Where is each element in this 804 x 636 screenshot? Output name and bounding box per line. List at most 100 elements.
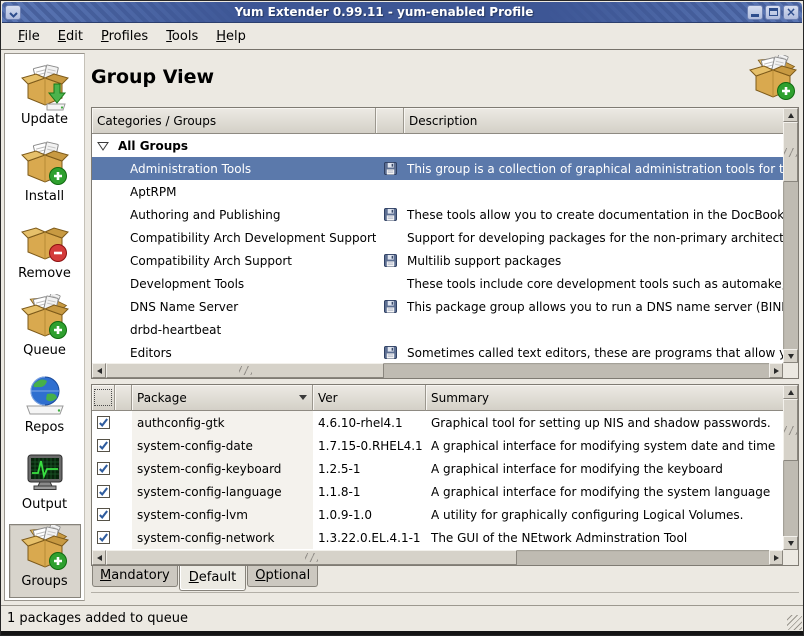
group-description: Support for developing packages for the … — [404, 231, 783, 245]
expander-open-icon[interactable] — [97, 141, 111, 151]
tab-optional[interactable]: Optional — [247, 566, 318, 587]
scroll-down-button[interactable] — [783, 536, 798, 550]
tree-row-compatibility-arch-support[interactable]: Compatibility Arch Support Multilib supp… — [92, 249, 783, 272]
arrow-right-icon — [774, 368, 779, 374]
package-row-system-config-lvm[interactable]: system-config-lvm 1.0.9-1.0 A utility fo… — [92, 503, 783, 526]
window-menu-button[interactable] — [5, 5, 21, 20]
menu-edit[interactable]: Edit — [49, 25, 92, 48]
group-install-state-icon — [376, 300, 404, 313]
sidebar-item-update[interactable]: Update — [9, 62, 81, 136]
package-checkbox[interactable] — [97, 462, 110, 475]
tree-row-dns-name-server[interactable]: DNS Name Server This package group allow… — [92, 295, 783, 318]
scroll-right-button[interactable] — [769, 363, 783, 378]
minimize-icon — [751, 14, 759, 17]
sidebar-item-repos[interactable]: Repos — [9, 370, 81, 444]
resize-grip[interactable] — [787, 615, 802, 630]
package-row-system-config-keyboard[interactable]: system-config-keyboard 1.2.5-1 A graphic… — [92, 457, 783, 480]
tree-row-development-tools[interactable]: Development Tools These tools include co… — [92, 272, 783, 295]
tab-mandatory[interactable]: Mandatory — [92, 566, 178, 587]
window-title: Yum Extender 0.99.11 - yum-enabled Profi… — [21, 5, 747, 19]
close-button[interactable]: × — [783, 5, 799, 20]
scrollbar-thumb[interactable] — [106, 363, 384, 378]
package-checkbox[interactable] — [97, 531, 110, 544]
column-header-group-icon[interactable] — [376, 108, 404, 134]
group-name: drbd-heartbeat — [92, 323, 376, 337]
groups-vertical-scrollbar[interactable] — [783, 108, 798, 363]
column-header-checkbox[interactable] — [92, 385, 115, 411]
sidebar-item-remove[interactable]: Remove — [9, 216, 81, 290]
tree-row-editors[interactable]: Editors Sometimes called text editors, t… — [92, 341, 783, 363]
sidebar-item-queue[interactable]: Queue — [9, 293, 81, 367]
menubar: FileEditProfilesToolsHelp — [1, 23, 803, 50]
package-name: authconfig-gtk — [132, 411, 313, 434]
menu-file[interactable]: File — [9, 25, 49, 48]
tree-root-label: All Groups — [118, 139, 188, 153]
package-row-authconfig-gtk[interactable]: authconfig-gtk 4.6.10-rhel4.1 Graphical … — [92, 411, 783, 434]
sidebar-item-groups[interactable]: Groups — [9, 524, 81, 598]
package-checkbox[interactable] — [97, 416, 110, 429]
package-summary: A graphical interface for modifying syst… — [426, 439, 783, 453]
tree-row-drbd-heartbeat[interactable]: drbd-heartbeat — [92, 318, 783, 341]
minimize-button[interactable] — [747, 5, 763, 20]
package-row-system-config-network[interactable]: system-config-network 1.3.22.0.EL.4.1-1 … — [92, 526, 783, 549]
groups-table: Categories / Groups Description All Grou… — [91, 107, 799, 379]
scroll-up-button[interactable] — [783, 385, 798, 399]
package-version: 1.1.8-1 — [313, 485, 426, 499]
column-header-categories-groups[interactable]: Categories / Groups — [92, 108, 376, 134]
scroll-left-button[interactable] — [92, 363, 106, 378]
tree-row-aptrpm[interactable]: AptRPM — [92, 180, 783, 203]
package-summary: A graphical interface for modifying the … — [426, 485, 783, 499]
package-row-system-config-language[interactable]: system-config-language 1.1.8-1 A graphic… — [92, 480, 783, 503]
arrow-down-icon — [788, 354, 794, 359]
scroll-right-button[interactable] — [769, 550, 783, 565]
package-summary: A graphical interface for modifying the … — [426, 462, 783, 476]
group-name: Administration Tools — [92, 162, 376, 176]
package-checkbox[interactable] — [97, 485, 110, 498]
package-name: system-config-keyboard — [132, 457, 313, 480]
package-summary: Graphical tool for setting up NIS and sh… — [426, 416, 783, 430]
group-package-tabs: MandatoryDefaultOptional — [91, 566, 799, 593]
package-row-system-config-date[interactable]: system-config-date 1.7.15-0.RHEL4.1 A gr… — [92, 434, 783, 457]
arrow-left-icon — [97, 368, 102, 374]
tree-row-compatibility-arch-development-support[interactable]: Compatibility Arch Development Support S… — [92, 226, 783, 249]
package-version: 4.6.10-rhel4.1 — [313, 416, 426, 430]
package-version: 1.0.9-1.0 — [313, 508, 426, 522]
package-name: system-config-date — [132, 434, 313, 457]
group-description: This package group allows you to run a D… — [404, 300, 783, 314]
column-header-summary[interactable]: Summary — [426, 385, 783, 411]
group-name: Development Tools — [92, 277, 376, 291]
package-checkbox[interactable] — [97, 508, 110, 521]
menu-help[interactable]: Help — [207, 25, 255, 48]
scroll-left-button[interactable] — [92, 550, 106, 565]
sidebar-item-label: Output — [22, 497, 67, 512]
tree-row-authoring-and-publishing[interactable]: Authoring and Publishing These tools all… — [92, 203, 783, 226]
scroll-up-button[interactable] — [783, 108, 798, 122]
column-header-package[interactable]: Package — [132, 385, 313, 411]
scrollbar-thumb[interactable] — [106, 550, 517, 565]
column-header-ver[interactable]: Ver — [313, 385, 426, 411]
tree-row-all-groups[interactable]: All Groups — [92, 134, 783, 157]
packages-vertical-scrollbar[interactable] — [783, 385, 798, 550]
output-monitor-icon — [21, 448, 69, 496]
menu-tools[interactable]: Tools — [157, 25, 207, 48]
box-install-icon — [21, 140, 69, 188]
sidebar-item-install[interactable]: Install — [9, 139, 81, 213]
menu-profiles[interactable]: Profiles — [92, 25, 157, 48]
column-header-spacer[interactable] — [115, 385, 132, 411]
window-controls: × — [747, 5, 799, 20]
tab-default[interactable]: Default — [179, 566, 247, 591]
column-header-description[interactable]: Description — [404, 108, 783, 134]
titlebar[interactable]: Yum Extender 0.99.11 - yum-enabled Profi… — [2, 2, 802, 23]
scrollbar-thumb[interactable] — [783, 122, 798, 182]
scrollbar-thumb[interactable] — [783, 399, 798, 461]
maximize-button[interactable] — [765, 5, 781, 20]
package-checkbox[interactable] — [97, 439, 110, 452]
groups-horizontal-scrollbar[interactable] — [92, 363, 783, 378]
packages-horizontal-scrollbar[interactable] — [92, 550, 783, 565]
sidebar-item-output[interactable]: Output — [9, 447, 81, 521]
scroll-down-button[interactable] — [783, 349, 798, 363]
package-version: 1.7.15-0.RHEL4.1 — [313, 439, 426, 453]
group-description: Sometimes called text editors, these are… — [404, 346, 783, 360]
statusbar: 1 packages added to queue — [1, 605, 803, 631]
tree-row-administration-tools[interactable]: Administration Tools This group is a col… — [92, 157, 783, 180]
